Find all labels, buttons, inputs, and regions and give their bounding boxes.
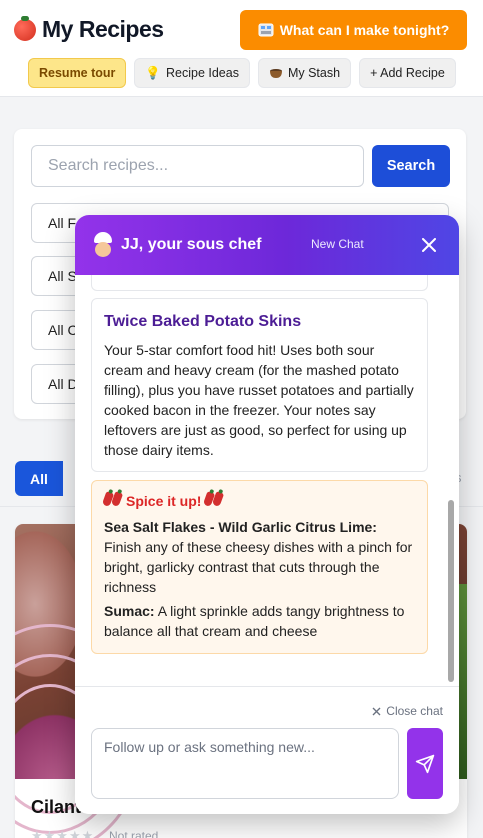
chili-pepper-icon — [101, 491, 124, 509]
app-header: My Recipes What can I make tonight? Resu… — [0, 0, 483, 97]
send-icon — [415, 754, 435, 773]
spice-it-up-card: Spice it up! Sea Salt Flakes - Wild Garl… — [91, 480, 428, 654]
filter-value: All C — [48, 322, 78, 338]
app-title: My Recipes — [14, 15, 164, 43]
sous-chef-chat-panel: JJ, your sous chef New Chat Twice Baked … — [75, 215, 459, 814]
app-title-text: My Recipes — [42, 16, 164, 42]
close-icon — [372, 707, 381, 715]
nav-row: Resume tour 💡 Recipe Ideas My Stash + Ad… — [28, 58, 456, 88]
chili-pepper-icon — [203, 491, 225, 509]
search-placeholder: Search recipes... — [48, 157, 169, 174]
follow-up-placeholder: Follow up or ask something new... — [104, 739, 315, 755]
suggestion-text: Your 5-star comfort food hit! Uses both … — [104, 342, 414, 458]
filter-value: All D — [48, 376, 78, 392]
spice-text: Finish any of these cheesy dishes with a… — [104, 539, 413, 595]
tonight-button-label: What can I make tonight? — [279, 22, 450, 38]
recipe-ideas-label: Recipe Ideas — [165, 66, 239, 80]
add-recipe-button[interactable]: + Add Recipe — [359, 58, 456, 88]
my-stash-button[interactable]: My Stash — [257, 58, 352, 88]
chat-scrollbar[interactable] — [448, 500, 454, 682]
previous-message-card — [91, 275, 428, 291]
tab-all[interactable]: All — [15, 461, 63, 496]
chat-messages[interactable]: Twice Baked Potato Skins Your 5-star com… — [75, 275, 459, 686]
spice-name: Sumac: — [104, 603, 155, 619]
close-chat-button[interactable]: Close chat — [372, 704, 443, 718]
add-recipe-label: + Add Recipe — [370, 66, 445, 80]
my-stash-label: My Stash — [287, 66, 341, 80]
spice-name: Sea Salt Flakes - Wild Garlic Citrus Lim… — [104, 519, 377, 535]
tomato-icon — [14, 15, 36, 41]
recipe-suggestion-card: Twice Baked Potato Skins Your 5-star com… — [91, 298, 428, 472]
search-button[interactable]: Search — [372, 145, 450, 187]
pot-icon — [269, 69, 282, 78]
filter-value: All F — [48, 215, 76, 231]
spice-item: Sumac: A light sprinkle adds tangy brigh… — [104, 601, 415, 641]
follow-up-input[interactable]: Follow up or ask something new... — [91, 728, 399, 799]
close-chat-label: Close chat — [386, 704, 443, 718]
close-icon[interactable] — [419, 235, 439, 255]
resume-tour-button[interactable]: Resume tour — [28, 58, 127, 88]
recipe-ideas-button[interactable]: 💡 Recipe Ideas — [134, 58, 250, 88]
spice-title-text: Spice it up! — [126, 492, 202, 509]
spice-item: Sea Salt Flakes - Wild Garlic Citrus Lim… — [104, 517, 415, 597]
fridge-icon — [258, 23, 274, 37]
lightbulb-icon: 💡 — [145, 65, 161, 80]
rating-text: Not rated — [109, 829, 159, 838]
spice-title: Spice it up! — [101, 491, 415, 509]
chat-title: JJ, your sous chef — [121, 236, 262, 253]
suggestion-title: Twice Baked Potato Skins — [104, 313, 302, 330]
recipe-name: Cilant — [31, 797, 82, 817]
filter-value: All S — [48, 268, 77, 284]
rating-stars: ★★★★★ — [31, 828, 95, 838]
chef-icon — [91, 232, 115, 258]
send-button[interactable] — [407, 728, 443, 799]
resume-tour-label: Resume tour — [39, 66, 116, 80]
what-can-i-make-tonight-button[interactable]: What can I make tonight? — [240, 10, 467, 50]
chat-footer: Close chat Follow up or ask something ne… — [75, 686, 459, 814]
chat-header: JJ, your sous chef New Chat — [75, 215, 459, 275]
new-chat-button[interactable]: New Chat — [311, 237, 364, 251]
search-input[interactable]: Search recipes... — [31, 145, 364, 187]
